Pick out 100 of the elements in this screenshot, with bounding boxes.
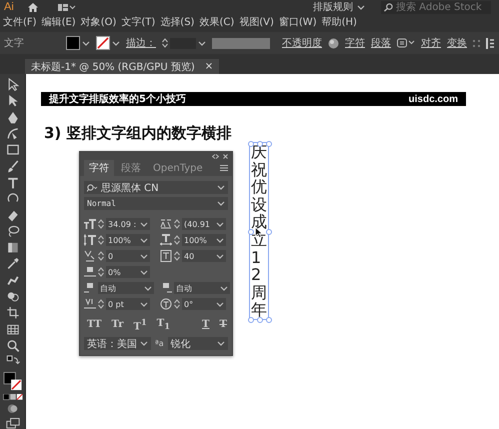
stroke-weight-field[interactable] xyxy=(162,38,206,48)
rectangle-icon[interactable] xyxy=(6,143,20,157)
value-field[interactable]: 0% xyxy=(106,266,150,278)
spinner-icon[interactable] xyxy=(98,267,104,277)
search-field[interactable]: 搜索 Adobe Stock xyxy=(381,0,491,14)
menu-icon[interactable] xyxy=(220,165,228,171)
menu-item[interactable]: 编辑(E) xyxy=(42,14,76,28)
value-field[interactable]: 100% xyxy=(182,234,226,246)
spinner-icon[interactable] xyxy=(98,235,104,245)
section-heading: 3) 竖排文字组内的数字横排 xyxy=(44,124,233,143)
panel-toggle-icon[interactable] xyxy=(486,38,494,48)
anti-alias-icon: ªa xyxy=(155,339,164,348)
type-tool-icon[interactable] xyxy=(6,176,20,190)
leading-icon xyxy=(160,218,172,230)
paintbrush-icon[interactable] xyxy=(6,160,20,173)
close-button[interactable]: × xyxy=(204,61,214,72)
spinner-icon[interactable] xyxy=(174,235,180,245)
menu-item[interactable]: 窗口(W) xyxy=(278,14,317,28)
close-icon[interactable] xyxy=(223,154,228,158)
resize-handle[interactable] xyxy=(248,228,254,235)
type-style-button[interactable]: T xyxy=(199,317,212,332)
value-field[interactable]: 自动 xyxy=(174,282,230,294)
panel-tab[interactable]: 字符 xyxy=(84,160,114,176)
stroke-swatch[interactable] xyxy=(96,36,120,50)
font-size-icon xyxy=(84,218,96,230)
collapse-icon[interactable] xyxy=(212,154,219,158)
language-dropdown[interactable]: 英语：美国 xyxy=(84,337,151,350)
caret-icon xyxy=(140,302,148,306)
home-icon[interactable] xyxy=(28,2,38,12)
menu-item[interactable]: 文件(F) xyxy=(3,14,37,28)
spinner-icon[interactable] xyxy=(98,251,104,261)
value-field[interactable]: 34.09 : xyxy=(106,218,150,230)
screen-mode-icon[interactable] xyxy=(6,418,20,429)
caret-icon xyxy=(112,40,120,46)
menu-item[interactable]: 对象(O) xyxy=(80,14,116,28)
value-field[interactable]: 自动 xyxy=(98,282,154,294)
type-style-button[interactable]: T$_{1}$ xyxy=(154,317,174,332)
anti-alias-dropdown[interactable]: 锐化 xyxy=(168,337,228,350)
layout-icon[interactable] xyxy=(58,4,76,10)
eraser-icon[interactable] xyxy=(6,208,20,222)
caret-icon xyxy=(144,286,152,290)
variable-width-field[interactable] xyxy=(212,38,270,48)
font-family-dropdown[interactable]: 思源黑体 CN xyxy=(84,181,228,194)
value-field[interactable]: (40.91 xyxy=(182,218,226,230)
globe-icon[interactable] xyxy=(328,38,339,48)
caret-icon xyxy=(220,286,228,290)
kerning-icon xyxy=(84,250,96,262)
spinner-icon[interactable] xyxy=(174,299,180,309)
font-style-dropdown[interactable]: Normal xyxy=(84,197,228,210)
menu-item[interactable]: 视图(V) xyxy=(239,14,274,28)
pen-icon[interactable] xyxy=(6,110,20,124)
blend-icon[interactable] xyxy=(6,290,20,304)
spinner-icon[interactable] xyxy=(98,299,104,309)
selection-icon[interactable] xyxy=(6,78,20,92)
document-tab[interactable]: 未标题-1* @ 50% (RGB/GPU 预览) × xyxy=(25,59,220,74)
opacity-link[interactable]: 不透明度 xyxy=(282,36,322,50)
fill-stroke-icon[interactable] xyxy=(2,372,22,391)
type-style-button[interactable]: T$^{1}$ xyxy=(130,317,150,332)
value-field[interactable]: 0 xyxy=(106,250,150,262)
panel-link[interactable]: 变换 xyxy=(447,36,467,50)
fill-swatch[interactable] xyxy=(66,36,90,50)
panel-link[interactable]: 段落 xyxy=(371,36,391,50)
caret-icon xyxy=(357,4,365,10)
value-field[interactable]: 40 xyxy=(182,250,226,262)
draw-mode-icon[interactable] xyxy=(6,403,20,415)
stroke-link[interactable]: 描边： xyxy=(126,36,156,50)
search-icon xyxy=(384,2,393,12)
spinner-icon[interactable] xyxy=(174,219,180,229)
panel-link[interactable]: 对齐 xyxy=(421,36,441,50)
gradient-icon[interactable] xyxy=(6,241,20,254)
menu-item[interactable]: 选择(S) xyxy=(160,14,194,28)
spinner-icon[interactable] xyxy=(174,251,180,261)
panel-link[interactable]: 字符 xyxy=(345,36,365,50)
tracking-icon xyxy=(160,250,172,262)
resize-handle[interactable] xyxy=(266,228,272,235)
zoom-icon[interactable] xyxy=(6,339,20,352)
menu-item[interactable]: 效果(C) xyxy=(199,14,234,28)
caret-icon xyxy=(140,222,148,226)
type-style-button[interactable]: T xyxy=(216,317,230,332)
eyedropper-icon[interactable] xyxy=(6,257,20,271)
more-icon[interactable] xyxy=(473,40,480,46)
workspace-dropdown[interactable]: 排版规则 xyxy=(313,0,365,14)
menu-item[interactable]: 文字(T) xyxy=(121,14,156,28)
color-mode-icon[interactable] xyxy=(2,394,22,400)
caret-icon xyxy=(140,254,148,258)
table-grid-icon[interactable] xyxy=(6,322,20,336)
menu-item[interactable]: 帮助(H) xyxy=(322,14,357,28)
aki-right-icon xyxy=(160,282,172,294)
type-style-button[interactable]: TT xyxy=(84,317,105,332)
type-style-button[interactable]: Tr xyxy=(108,317,127,332)
value-field[interactable]: 0 pt xyxy=(106,298,150,310)
lasso-icon[interactable] xyxy=(6,224,20,238)
align-menu-icon[interactable] xyxy=(397,38,415,48)
value-field[interactable]: 100% xyxy=(106,234,150,246)
curvature-pen-icon[interactable] xyxy=(6,126,20,140)
caret-icon xyxy=(217,185,225,190)
character-rotation-icon xyxy=(160,298,172,310)
spinner-icon[interactable] xyxy=(98,219,104,229)
value-field[interactable]: 0° xyxy=(182,298,226,310)
horizontal-scale-icon xyxy=(160,234,172,246)
